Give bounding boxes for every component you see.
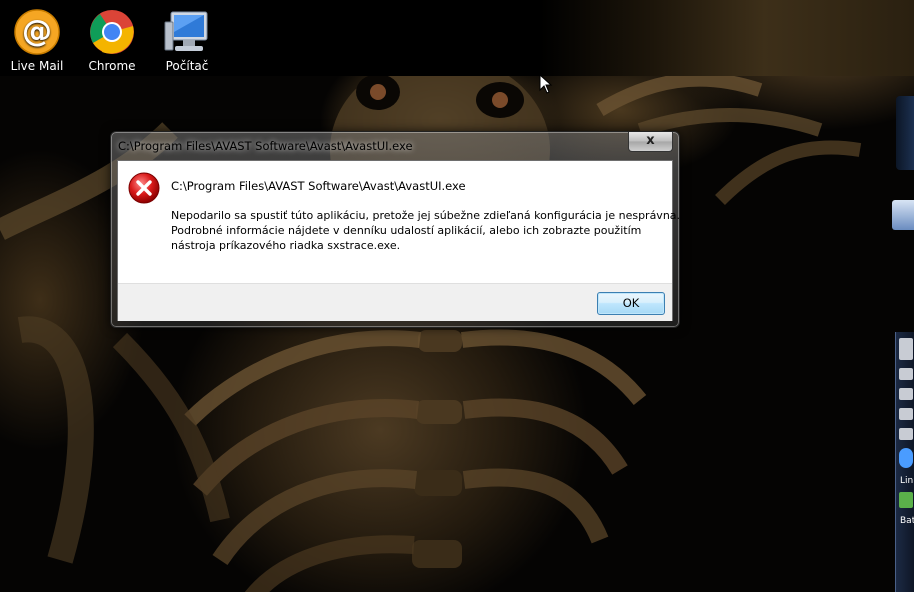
desktop-icon-computer[interactable]: Počítač xyxy=(150,8,224,73)
gadget-widget[interactable] xyxy=(896,96,914,170)
gadget-item[interactable] xyxy=(899,338,913,360)
gadget-item[interactable] xyxy=(899,408,913,420)
desktop-icon-label: Počítač xyxy=(165,59,209,73)
message-line: Podrobné informácie nájdete v denníku ud… xyxy=(171,224,642,237)
error-dialog: C:\Program Files\AVAST Software\Avast\Av… xyxy=(110,131,680,328)
dialog-client: C:\Program Files\AVAST Software\Avast\Av… xyxy=(117,160,681,321)
gadget-label: Bat xyxy=(900,516,914,526)
wifi-icon[interactable] xyxy=(899,448,913,468)
gadget-sidebar[interactable]: Lin Bat xyxy=(895,332,914,592)
computer-icon xyxy=(163,8,211,56)
gadget-item[interactable] xyxy=(899,388,913,400)
gadget-label: Lin xyxy=(900,476,914,486)
dialog-content: C:\Program Files\AVAST Software\Avast\Av… xyxy=(118,161,681,283)
error-icon xyxy=(128,172,160,204)
message-body: Nepodarilo sa spustiť túto aplikáciu, pr… xyxy=(171,208,681,253)
battery-icon[interactable] xyxy=(899,492,913,508)
ok-button[interactable]: OK xyxy=(597,292,665,315)
desktop-icon-chrome[interactable]: Chrome xyxy=(75,8,149,73)
live-mail-icon: @ xyxy=(13,8,61,56)
desktop-icon-label: Live Mail xyxy=(10,59,64,73)
close-button[interactable]: x xyxy=(628,132,673,152)
message-line: Nepodarilo sa spustiť túto aplikáciu, pr… xyxy=(171,209,681,222)
dialog-title: C:\Program Files\AVAST Software\Avast\Av… xyxy=(118,139,413,153)
close-icon: x xyxy=(646,133,655,148)
message-line: nástroja príkazového riadka sxstrace.exe… xyxy=(171,239,401,252)
mouse-cursor-icon xyxy=(539,73,553,98)
desktop-top-strip-art xyxy=(540,0,914,76)
dialog-titlebar[interactable]: C:\Program Files\AVAST Software\Avast\Av… xyxy=(111,132,679,160)
desktop-icon-label: Chrome xyxy=(88,59,136,73)
desktop-icon-live-mail[interactable]: @ Live Mail xyxy=(0,8,74,73)
gadget-item[interactable] xyxy=(899,428,913,440)
gadget-item[interactable] xyxy=(899,368,913,380)
message-title: C:\Program Files\AVAST Software\Avast\Av… xyxy=(171,179,466,193)
chrome-icon xyxy=(88,8,136,56)
gadget-icon[interactable] xyxy=(892,200,914,230)
dialog-footer: OK xyxy=(118,283,672,321)
svg-text:@: @ xyxy=(22,14,52,49)
